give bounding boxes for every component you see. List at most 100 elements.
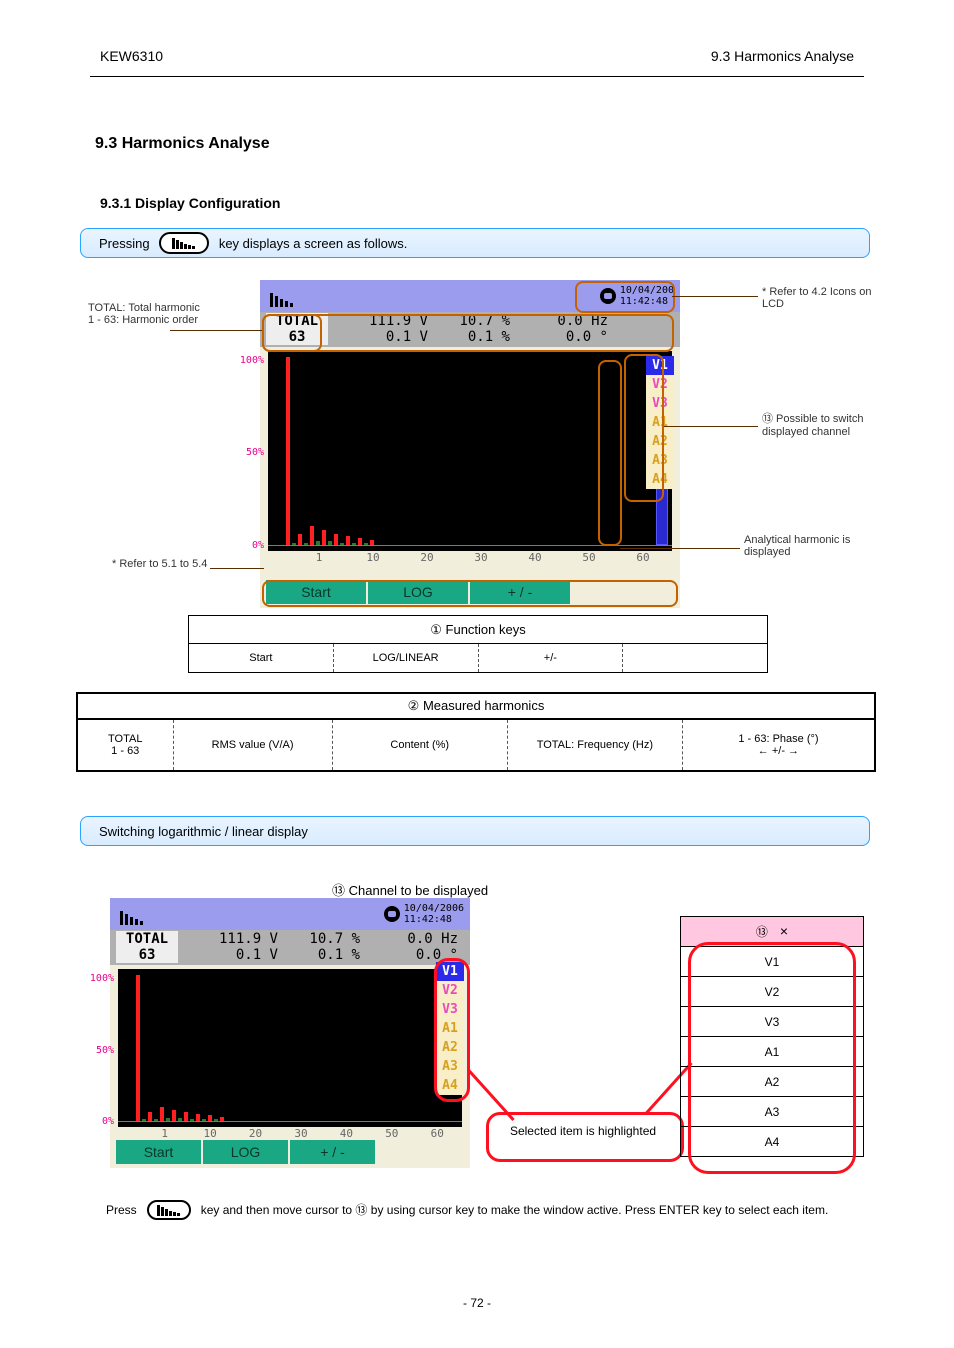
ytick-0: 0% — [252, 540, 266, 551]
readout-panel: TOTAL 111.9 V 10.7 % 0.0 Hz 63 0.1 V 0.1… — [260, 312, 680, 347]
rtable-v2[interactable]: V2 — [681, 977, 864, 1007]
fkey-log[interactable]: LOG — [368, 580, 470, 604]
page-title-right: 9.3 Harmonics Analyse — [711, 48, 854, 64]
subsection-heading: 9.3.1 Display Configuration — [100, 195, 280, 211]
harmonics-plot-sub: 100% 50% 0% — [118, 969, 462, 1127]
tbl2-header: ② Measured harmonics — [78, 694, 874, 720]
chan-a3-sub[interactable]: A3 — [436, 1057, 464, 1076]
fkey-start[interactable]: Start — [266, 580, 368, 604]
time-label-sub: 11:42:48 — [404, 914, 464, 925]
chan-v2[interactable]: V2 — [646, 375, 674, 394]
instruction-text-1a: Pressing — [99, 236, 153, 251]
callout-total: TOTAL: Total harmonic 1 - 63: Harmonic o… — [88, 302, 208, 326]
mode-icon — [266, 285, 304, 307]
readout-p2: 0.1 % — [440, 329, 510, 345]
instruction-text-1b: key displays a screen as follows. — [215, 236, 407, 251]
readout-f1: 0.0 Hz — [528, 313, 608, 329]
ytick-100: 100% — [240, 355, 266, 366]
rtable-header: ⑬× — [681, 917, 864, 947]
time-label: 11:42:48 — [620, 296, 674, 307]
readout-p1-sub: 10.7 % — [290, 931, 360, 947]
date-label-sub: 10/04/2006 — [404, 903, 464, 914]
chan-v3[interactable]: V3 — [646, 394, 674, 413]
leader-cursor — [620, 548, 740, 549]
readout-v2: 0.1 V — [338, 329, 428, 345]
ytick-100-sub: 100% — [90, 973, 116, 984]
chan-a3[interactable]: A3 — [646, 451, 674, 470]
fkey-blank — [572, 580, 674, 604]
readout-p2-sub: 0.1 % — [290, 947, 360, 963]
power-icon — [600, 288, 616, 304]
fkey-plusminus-sub[interactable]: + / - — [290, 1140, 377, 1164]
function-keys-sub: Start LOG + / - — [116, 1140, 464, 1164]
harmonics-plot-main: 100% 50% 0% — [268, 351, 672, 551]
chan-a4[interactable]: A4 — [646, 470, 674, 489]
channel-list-sub[interactable]: V1 V2 V3 A1 A2 A3 A4 — [436, 962, 464, 1095]
circled-13-label: ⑬ Channel to be displayed — [332, 880, 488, 899]
chan-a1-sub[interactable]: A1 — [436, 1019, 464, 1038]
chan-v1-sub[interactable]: V1 — [436, 962, 464, 981]
chan-a2-sub[interactable]: A2 — [436, 1038, 464, 1057]
tbl2-cell: 1 - 63: Phase (°) ← +/- → — [683, 720, 874, 770]
tbl1-c3: +/- — [479, 644, 624, 672]
bar-chart-icon-foot — [157, 1204, 181, 1216]
date-label: 10/04/200 — [620, 285, 674, 296]
fkey-start-sub[interactable]: Start — [116, 1140, 203, 1164]
table-function-keys: ① Function keys Start LOG/LINEAR +/- — [188, 615, 768, 673]
chan-a2[interactable]: A2 — [646, 432, 674, 451]
callout-cursor: Analytical harmonic is displayed — [744, 534, 874, 558]
ytick-50: 50% — [246, 447, 266, 458]
readout-label-total-sub: TOTAL — [116, 931, 178, 947]
readout-label-order: 63 — [266, 329, 328, 345]
page-title-left: KEW6310 — [100, 48, 163, 64]
bar-chart-icon — [172, 237, 196, 249]
tbl2-cell: RMS value (V/A) — [174, 720, 333, 770]
rtable-a2[interactable]: A2 — [681, 1067, 864, 1097]
readout-v1-sub: 111.9 V — [188, 931, 278, 947]
callout-chan: ⑬ Possible to switch displayed channel — [762, 410, 872, 438]
readout-label-order-sub: 63 — [116, 947, 178, 963]
selected-item-label: Selected item is highlighted — [498, 1124, 668, 1138]
instruction-bar-2: Switching logarithmic / linear display — [80, 816, 870, 846]
header-rule — [90, 76, 864, 77]
rtable-a3[interactable]: A3 — [681, 1097, 864, 1127]
tbl2-cell: TOTAL: Frequency (Hz) — [508, 720, 683, 770]
channel-list-main[interactable]: V1 V2 V3 A1 A2 A3 A4 — [646, 356, 674, 489]
chan-v3-sub[interactable]: V3 — [436, 1000, 464, 1019]
instruction-text-2: Switching logarithmic / linear display — [99, 824, 308, 839]
rtable-v1[interactable]: V1 — [681, 947, 864, 977]
device-header-sub: 10/04/2006 11:42:48 — [110, 898, 470, 930]
readout-d2-sub: 0.0 ° — [378, 947, 458, 963]
function-keys-main: Start LOG + / - — [266, 580, 674, 604]
redline-1 — [467, 1068, 515, 1121]
readout-d2: 0.0 ° — [528, 329, 608, 345]
readout-v1: 111.9 V — [338, 313, 428, 329]
fkey-plusminus[interactable]: + / - — [470, 580, 572, 604]
leader-chan — [664, 426, 758, 427]
tbl2-cell: Content (%) — [333, 720, 508, 770]
ytick-50-sub: 50% — [96, 1045, 116, 1056]
chart-key-icon — [159, 232, 209, 254]
instruction-bar-1: Pressing key displays a screen as follow… — [80, 228, 870, 258]
rtable-v3[interactable]: V3 — [681, 1007, 864, 1037]
readout-label-total: TOTAL — [266, 313, 328, 329]
xticks-main: 1 10 20 30 40 50 60 — [260, 551, 680, 564]
readout-f1-sub: 0.0 Hz — [378, 931, 458, 947]
device-header: 10/04/200 11:42:48 — [260, 280, 680, 312]
fkey-blank-sub — [377, 1140, 464, 1164]
tbl1-c1: Start — [189, 644, 334, 672]
fkey-log-sub[interactable]: LOG — [203, 1140, 290, 1164]
footer-instruction: Press key and then move cursor to ⑬ by u… — [106, 1200, 866, 1220]
rtable-a4[interactable]: A4 — [681, 1127, 864, 1157]
section-heading: 9.3 Harmonics Analyse — [95, 135, 270, 153]
tbl1-c4 — [623, 644, 767, 672]
chan-a1[interactable]: A1 — [646, 413, 674, 432]
tbl2-cell: TOTAL 1 - 63 — [78, 720, 174, 770]
mode-icon-sub — [116, 903, 154, 925]
rtable-a1[interactable]: A1 — [681, 1037, 864, 1067]
chan-v1[interactable]: V1 — [646, 356, 674, 375]
callout-clock: * Refer to 4.2 Icons on LCD — [762, 286, 872, 310]
chan-v2-sub[interactable]: V2 — [436, 981, 464, 1000]
chart-key-icon-foot — [147, 1200, 191, 1220]
chan-a4-sub[interactable]: A4 — [436, 1076, 464, 1095]
